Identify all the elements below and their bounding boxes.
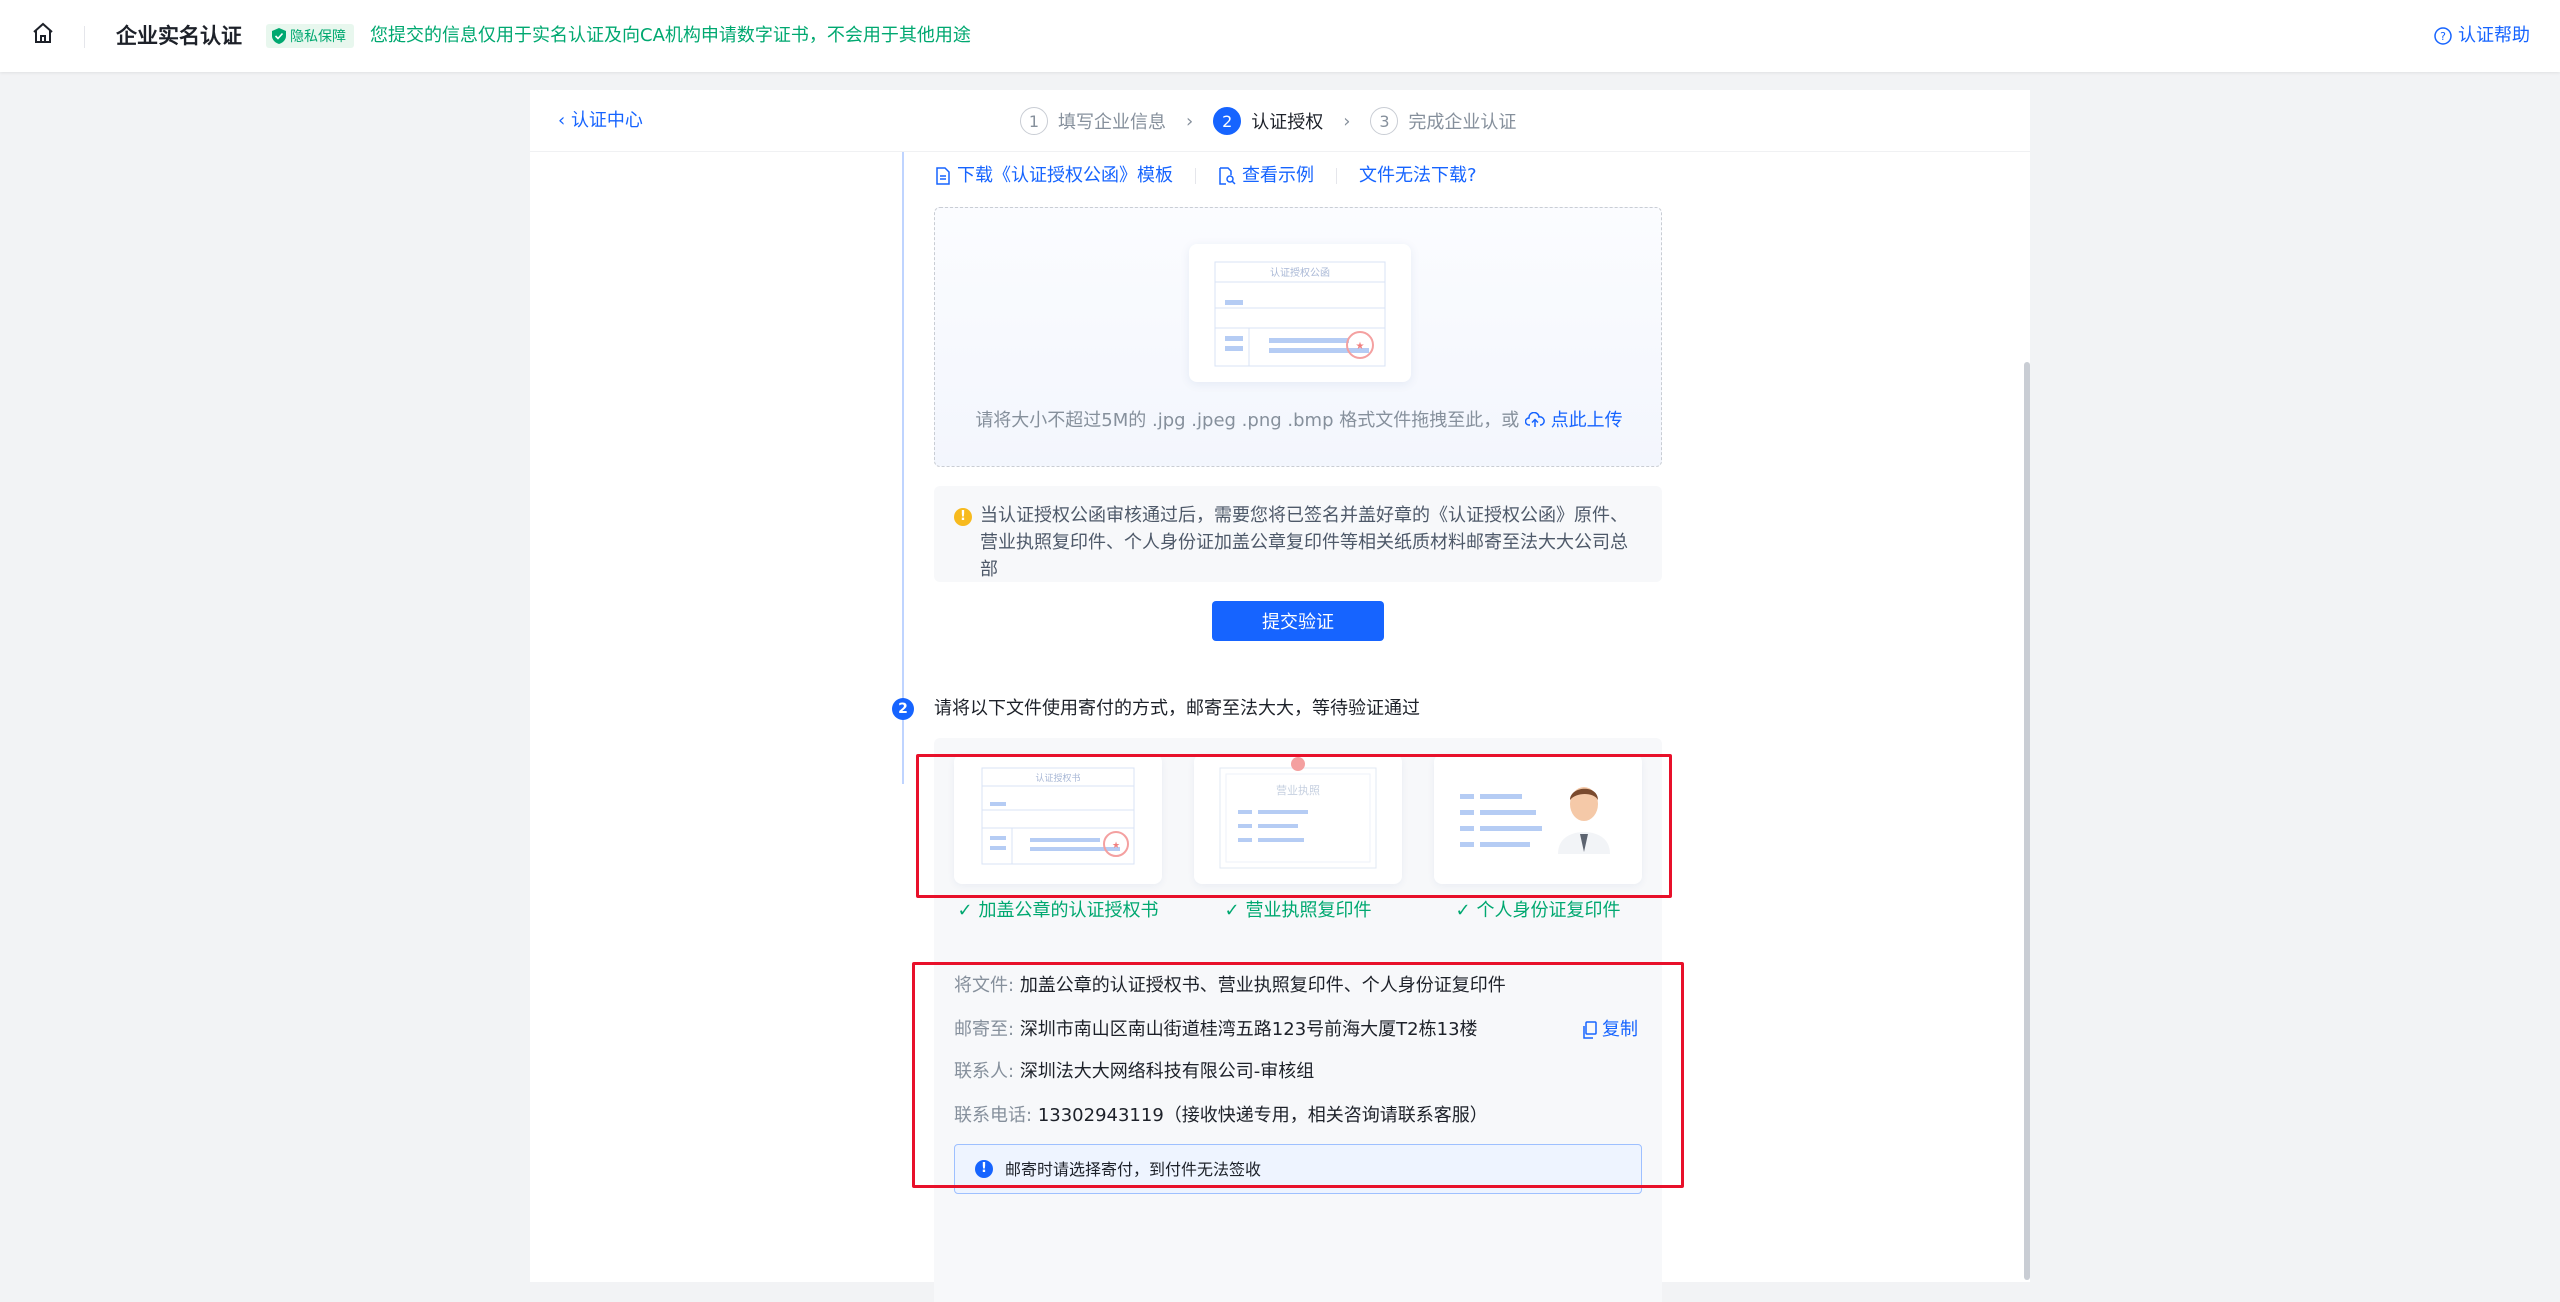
svg-text:?: ? <box>2440 30 2446 43</box>
warning-icon: ! <box>954 508 972 526</box>
file-search-icon <box>1219 167 1236 185</box>
shield-check-icon <box>272 28 286 44</box>
step-label: 完成企业认证 <box>1408 112 1517 133</box>
svg-text:★: ★ <box>1356 341 1365 352</box>
step-number: 2 <box>1213 107 1242 135</box>
warning-box: ! 当认证授权公函审核通过后，需要您将已签名并盖好章的《认证授权公函》原件、营业… <box>934 486 1662 582</box>
step2-title: 请将以下文件使用寄付的方式，邮寄至法大大，等待验证通过 <box>934 698 1420 719</box>
check-icon: ✓ <box>1224 900 1240 921</box>
card-label-text: 个人身份证复印件 <box>1476 900 1621 921</box>
step-2: 2 认证授权 <box>1213 107 1323 135</box>
step-label: 填写企业信息 <box>1058 112 1166 133</box>
highlight-box-info <box>912 962 1684 1188</box>
business-license-label: ✓ 营业执照复印件 <box>1178 898 1418 924</box>
check-icon: ✓ <box>1455 900 1471 921</box>
back-label: 认证中心 <box>570 110 643 131</box>
card-label-text: 加盖公章的认证授权书 <box>978 900 1159 921</box>
help-label: 认证帮助 <box>2458 25 2530 46</box>
home-icon[interactable] <box>28 18 58 48</box>
warning-text: 当认证授权公函审核通过后，需要您将已签名并盖好章的《认证授权公函》原件、营业执照… <box>980 505 1628 580</box>
download-template-link[interactable]: 下载《认证授权公函》模板 <box>935 162 1173 190</box>
upload-hint-text: 请将大小不超过5M的 .jpg .jpeg .png .bmp 格式文件拖拽至此… <box>975 410 1520 431</box>
template-links: 下载《认证授权公函》模板 查看示例 文件无法下载? <box>935 162 1477 190</box>
back-link[interactable]: ‹ 认证中心 <box>558 108 643 134</box>
cloud-upload-icon <box>1524 411 1545 427</box>
privacy-badge-label: 隐私保障 <box>290 29 346 45</box>
upload-link[interactable]: 点此上传 <box>1524 410 1623 431</box>
authorization-letter-label: ✓ 加盖公章的认证授权书 <box>938 898 1178 924</box>
link-divider <box>1195 168 1196 184</box>
step-label: 认证授权 <box>1251 112 1324 133</box>
privacy-notice: 您提交的信息仅用于实名认证及向CA机构申请数字证书，不会用于其他用途 <box>370 25 971 46</box>
view-example-link[interactable]: 查看示例 <box>1218 162 1314 190</box>
submit-button[interactable]: 提交验证 <box>1212 601 1384 641</box>
timeline-line <box>902 152 904 784</box>
doc-title-text: 认证授权公函 <box>1270 266 1330 279</box>
panel-header: ‹ 认证中心 1 填写企业信息 › 2 认证授权 › 3 完成企业认证 <box>530 90 2030 152</box>
document-preview: 认证授权公函 ★ <box>1189 244 1411 382</box>
privacy-badge: 隐私保障 <box>266 24 354 48</box>
upload-link-label: 点此上传 <box>1550 410 1623 431</box>
top-header: 企业实名认证 隐私保障 您提交的信息仅用于实名认证及向CA机构申请数字证书，不会… <box>0 0 2560 72</box>
step-number: 3 <box>1370 107 1399 135</box>
cannot-download-label: 文件无法下载? <box>1359 165 1477 186</box>
stepper: 1 填写企业信息 › 2 认证授权 › 3 完成企业认证 <box>1020 104 1516 138</box>
view-example-label: 查看示例 <box>1242 165 1314 186</box>
upload-hint: 请将大小不超过5M的 .jpg .jpeg .png .bmp 格式文件拖拽至此… <box>935 408 1663 434</box>
highlight-box-cards <box>916 754 1672 898</box>
scrollbar-thumb[interactable] <box>2024 362 2030 1280</box>
step-1: 1 填写企业信息 <box>1020 107 1166 135</box>
card-label-text: 营业执照复印件 <box>1245 900 1372 921</box>
help-link[interactable]: ? 认证帮助 <box>2434 22 2530 50</box>
chevron-left-icon: ‹ <box>558 110 566 131</box>
id-card-label: ✓ 个人身份证复印件 <box>1418 898 1658 924</box>
page-title: 企业实名认证 <box>116 24 242 48</box>
download-template-label: 下载《认证授权公函》模板 <box>957 165 1173 186</box>
cannot-download-link[interactable]: 文件无法下载? <box>1359 162 1477 190</box>
header-divider <box>84 26 85 48</box>
main-panel: ‹ 认证中心 1 填写企业信息 › 2 认证授权 › 3 完成企业认证 下载《认… <box>530 90 2030 1302</box>
step-number: 1 <box>1020 107 1048 135</box>
chevron-right-icon: › <box>1343 110 1351 132</box>
step-3: 3 完成企业认证 <box>1370 107 1516 135</box>
question-circle-icon: ? <box>2434 27 2452 45</box>
link-divider <box>1336 168 1337 184</box>
step2-number: 2 <box>892 698 914 720</box>
document-icon <box>936 167 950 185</box>
chevron-right-icon: › <box>1186 110 1194 132</box>
upload-dropzone[interactable]: 认证授权公函 ★ 请将大小不超过5M的 .jpg .jpeg .png .bmp… <box>934 207 1662 467</box>
check-icon: ✓ <box>957 900 973 921</box>
